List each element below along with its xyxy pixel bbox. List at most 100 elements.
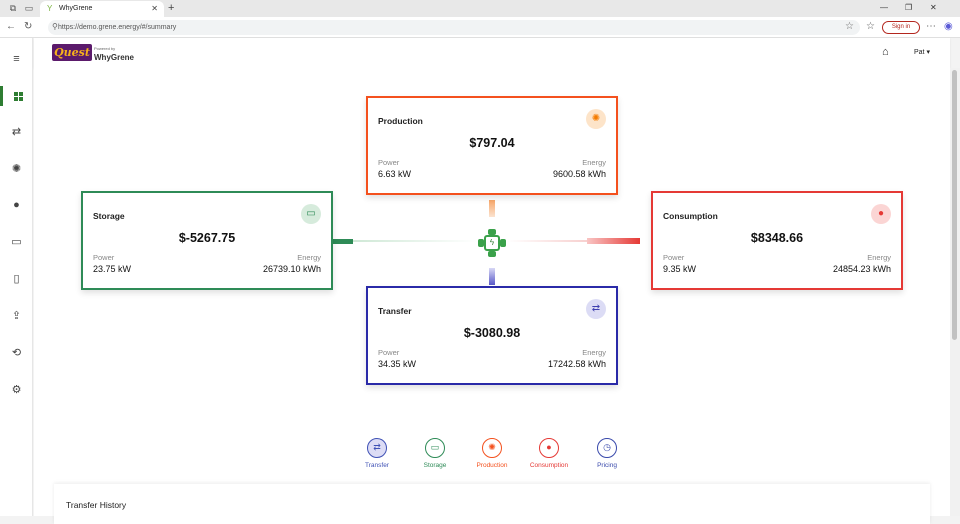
power-value: 6.63 kW (378, 169, 412, 179)
site-info-icon[interactable]: ⚲ (52, 22, 58, 31)
dashboard-icon (13, 91, 23, 101)
new-tab-icon[interactable]: + (168, 1, 174, 15)
sidebar-item-history[interactable]: ⟲ (0, 343, 33, 363)
card-amount: $797.04 (469, 136, 515, 150)
favicon-icon: Y (47, 4, 53, 13)
legend-storage[interactable]: ▭ Storage (410, 438, 460, 469)
sidebar-item-upload[interactable]: ⇪ (0, 306, 33, 326)
legend-label: Production (476, 462, 508, 469)
history-icon: ⟲ (11, 347, 22, 359)
power-value: 34.35 kW (378, 359, 417, 369)
sidebar-item-dashboard[interactable] (0, 86, 33, 106)
minimize-icon[interactable]: — (880, 2, 888, 14)
grid-hub: ϟ (478, 229, 506, 257)
card-title: Consumption (663, 211, 718, 221)
transfer-icon: ⇄ (11, 126, 22, 138)
browser-tab[interactable]: Y WhyGrene ✕ (40, 1, 164, 17)
hub-arm-right (500, 239, 506, 247)
clock-icon: ◷ (597, 438, 617, 458)
transfer-connector (489, 268, 495, 285)
card-title: Storage (93, 211, 125, 221)
power-label: Power (378, 158, 400, 167)
production-card[interactable]: Production ✺ $797.04 Power 6.63 kW Energ… (366, 96, 618, 195)
back-icon[interactable]: ← (6, 21, 16, 33)
card-title: Transfer (378, 306, 412, 316)
gear-icon: ⚙ (11, 384, 22, 396)
restore-icon[interactable]: ❐ (905, 2, 912, 14)
sidebar-item-settings[interactable]: ⚙ (0, 380, 33, 400)
card-title: Production (378, 116, 423, 126)
energy-value: 24854.23 kWh (832, 264, 891, 274)
sun-icon: ✺ (11, 163, 22, 175)
url-field[interactable]: ⚲ https://demo.grene.energy/#/summary ☆ (48, 20, 860, 35)
energy-value: 17242.58 kWh (547, 359, 606, 369)
energy-label: Energy (297, 253, 321, 262)
close-tab-icon[interactable]: ✕ (151, 1, 158, 16)
favorites-icon[interactable]: ☆ (866, 21, 875, 33)
tab-actions-icon[interactable]: ▭ (24, 3, 34, 13)
bulb-icon: ● (539, 438, 559, 458)
sun-icon: ✺ (586, 109, 606, 129)
consumption-connector-fade (507, 240, 587, 242)
browser-more-icon[interactable]: ⋯ (926, 21, 936, 33)
power-label: Power (93, 253, 115, 262)
transfer-history-panel: Transfer History (54, 484, 930, 524)
bookmark-star-icon[interactable]: ☆ (845, 21, 854, 33)
sidebar-item-consumption[interactable]: ● (0, 195, 33, 215)
legend-label: Pricing (597, 462, 617, 469)
page-scrollbar[interactable] (950, 68, 960, 516)
sidebar-item-transfer[interactable]: ⇄ (0, 122, 33, 142)
energy-label: Energy (867, 253, 891, 262)
legend-transfer[interactable]: ⇄ Transfer (352, 438, 402, 469)
tab-title: WhyGrene (59, 5, 93, 12)
transfer-icon: ⇄ (586, 299, 606, 319)
app-header: Quest Powered by WhyGrene ⌂ Pat ▾ (34, 38, 950, 68)
legend-production[interactable]: ✺ Production (467, 438, 517, 469)
energy-label: Energy (582, 348, 606, 357)
lightning-icon: ϟ (484, 235, 500, 251)
energy-value: 26739.10 kWh (262, 264, 321, 274)
browser-tab-bar: ⧉ ▭ Y WhyGrene ✕ + — ❐ ✕ (0, 0, 960, 17)
sun-icon: ✺ (482, 438, 502, 458)
storage-connector-solid (333, 239, 353, 244)
card-amount: $-3080.98 (463, 326, 521, 340)
sign-in-button[interactable]: Sign in (882, 21, 920, 34)
transfer-icon: ⇄ (367, 438, 387, 458)
transfer-card[interactable]: Transfer ⇄ $-3080.98 Power 34.35 kW Ener… (366, 286, 618, 385)
battery-icon: ▭ (301, 204, 321, 224)
battery-icon: ▭ (425, 438, 445, 458)
home-icon[interactable]: ⌂ (882, 46, 889, 58)
legend-label: Transfer (365, 462, 389, 469)
reload-icon[interactable]: ↻ (24, 21, 32, 33)
legend-consumption[interactable]: ● Consumption (524, 438, 574, 469)
power-label: Power (663, 253, 685, 262)
bulb-icon: ● (871, 204, 891, 224)
phone-icon: ▯ (13, 273, 20, 285)
scrollbar-thumb[interactable] (952, 70, 957, 340)
legend-label: Storage (423, 462, 447, 469)
storage-card[interactable]: Storage ▭ $-5267.75 Power 23.75 kW Energ… (81, 191, 333, 290)
energy-label: Energy (582, 158, 606, 167)
production-connector (489, 200, 495, 217)
upload-icon: ⇪ (11, 310, 22, 322)
bulb-icon: ● (13, 199, 20, 211)
quest-logo: Quest (52, 44, 92, 61)
hub-arm-bottom (488, 251, 496, 257)
sidebar: ≡ ⇄ ✺ ● ▭ ▯ ⇪ ⟲ ⚙ (0, 38, 33, 516)
whygrene-logo: Powered by WhyGrene (94, 44, 134, 62)
copilot-icon[interactable]: ◉ (944, 21, 953, 33)
browser-menu-icon[interactable]: ⧉ (8, 3, 18, 13)
close-window-icon[interactable]: ✕ (930, 2, 937, 14)
user-menu[interactable]: Pat ▾ (914, 48, 930, 57)
legend-pricing[interactable]: ◷ Pricing (582, 438, 632, 469)
card-amount: $-5267.75 (178, 231, 236, 245)
menu-toggle-icon[interactable]: ≡ (0, 49, 33, 69)
sidebar-item-devices[interactable]: ▯ (0, 269, 33, 289)
card-amount: $8348.66 (750, 231, 804, 245)
sidebar-item-production[interactable]: ✺ (0, 159, 33, 179)
sidebar-item-storage[interactable]: ▭ (0, 232, 33, 252)
consumption-connector (587, 238, 640, 244)
consumption-card[interactable]: Consumption ● $8348.66 Power 9.35 kW Ene… (651, 191, 903, 290)
user-name: Pat (914, 49, 925, 56)
transfer-history-title: Transfer History (66, 500, 127, 510)
